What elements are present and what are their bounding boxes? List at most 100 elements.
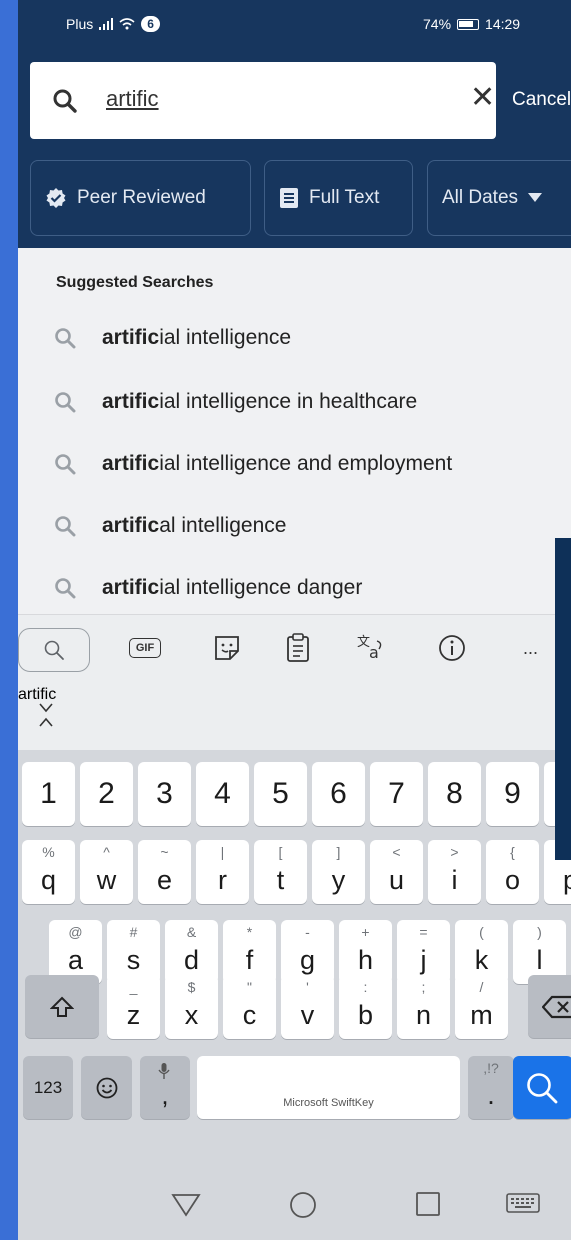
search-query[interactable]: artific bbox=[106, 86, 159, 112]
space-key-label: Microsoft SwiftKey bbox=[283, 1097, 374, 1109]
key-b[interactable]: :b bbox=[339, 975, 392, 1039]
status-bar: Plus 6 74% 14:29 bbox=[18, 0, 571, 52]
back-icon[interactable] bbox=[170, 1192, 202, 1218]
suggestion-match: artific bbox=[102, 576, 160, 599]
key-z[interactable]: _ z bbox=[107, 975, 160, 1039]
key-label: j bbox=[420, 945, 427, 975]
key-label: 3 bbox=[156, 777, 173, 810]
key-hint: { bbox=[510, 844, 515, 860]
key-5[interactable]: 5 bbox=[254, 762, 307, 826]
key-label: q bbox=[40, 865, 57, 895]
key-label: 5 bbox=[272, 777, 289, 810]
suggestions-heading: Suggested Searches bbox=[56, 274, 214, 291]
key-label: 2 bbox=[98, 777, 115, 810]
comma-label: , bbox=[161, 1080, 169, 1110]
key-hint: : bbox=[363, 979, 368, 995]
key-y[interactable]: ] y bbox=[312, 840, 365, 904]
clear-icon[interactable]: ✕ bbox=[470, 83, 495, 113]
key-1[interactable]: 1 bbox=[22, 762, 75, 826]
key-3[interactable]: 3 bbox=[138, 762, 191, 826]
suggestion-match: artific bbox=[102, 326, 160, 349]
key-label: p bbox=[562, 865, 571, 895]
home-icon[interactable] bbox=[288, 1190, 318, 1220]
numbers-mode-key[interactable]: 123 bbox=[23, 1056, 73, 1119]
suggestion-item[interactable]: artificial intelligence in healthcare bbox=[54, 382, 417, 422]
shift-icon bbox=[50, 996, 74, 1017]
collapse-icon[interactable] bbox=[38, 702, 54, 728]
key-label: b bbox=[357, 1000, 374, 1030]
suggestion-match: artific bbox=[102, 390, 160, 413]
key-n[interactable]: ; n bbox=[397, 975, 450, 1039]
key-u[interactable]: < u bbox=[370, 840, 423, 904]
info-icon bbox=[439, 635, 465, 661]
key-label: 6 bbox=[330, 777, 347, 810]
key-label: z bbox=[126, 1000, 141, 1030]
key-o[interactable]: {o bbox=[486, 840, 539, 904]
key-hint: [ bbox=[278, 844, 283, 860]
backspace-key[interactable] bbox=[528, 975, 571, 1038]
key-9[interactable]: 9 bbox=[486, 762, 539, 826]
search-icon bbox=[55, 516, 76, 537]
key-2[interactable]: 2 bbox=[80, 762, 133, 826]
suggestion-match: artific bbox=[102, 514, 160, 537]
search-icon bbox=[44, 640, 64, 660]
key-label: c bbox=[242, 1000, 257, 1030]
info-button[interactable] bbox=[432, 628, 472, 668]
keyboard-switch-icon[interactable] bbox=[506, 1193, 540, 1217]
key-hint: ^ bbox=[103, 844, 110, 860]
key-hint: _ bbox=[129, 979, 138, 995]
key-i[interactable]: > i bbox=[428, 840, 481, 904]
cancel-button[interactable]: Cancel bbox=[512, 89, 571, 111]
key-4[interactable]: 4 bbox=[196, 762, 249, 826]
suggestion-item[interactable]: artifical intelligence bbox=[54, 506, 286, 546]
clipboard-button[interactable] bbox=[278, 628, 318, 668]
key-r[interactable]: | r bbox=[196, 840, 249, 904]
key-label: 9 bbox=[504, 777, 521, 810]
key-t[interactable]: [t bbox=[254, 840, 307, 904]
key-hint: - bbox=[305, 924, 310, 940]
suggestion-rest: al intelligence bbox=[159, 514, 287, 537]
key-hint: + bbox=[361, 924, 370, 940]
peer-reviewed-filter[interactable]: Peer Reviewed bbox=[30, 160, 251, 236]
prediction-word[interactable]: artific bbox=[18, 686, 571, 704]
key-label: k bbox=[474, 945, 489, 975]
key-7[interactable]: 7 bbox=[370, 762, 423, 826]
suggestion-item[interactable]: artificial intelligence bbox=[54, 318, 291, 358]
key-hint: $ bbox=[187, 979, 196, 995]
key-label: a bbox=[67, 945, 84, 975]
key-label: 8 bbox=[446, 777, 463, 810]
microphone-icon bbox=[158, 1063, 170, 1079]
gif-button[interactable]: GIF bbox=[125, 628, 165, 668]
comma-key[interactable]: , bbox=[140, 1056, 190, 1119]
key-c[interactable]: " c bbox=[223, 975, 276, 1039]
key-m[interactable]: / m bbox=[455, 975, 508, 1039]
suggestion-item[interactable]: artificial intelligence and employment bbox=[54, 444, 452, 484]
key-6[interactable]: 6 bbox=[312, 762, 365, 826]
search-enter-key[interactable] bbox=[513, 1056, 571, 1119]
gif-icon: GIF bbox=[128, 638, 162, 658]
space-key[interactable]: Microsoft SwiftKey bbox=[197, 1056, 460, 1119]
key-x[interactable]: $ x bbox=[165, 975, 218, 1039]
key-w[interactable]: ^ w bbox=[80, 840, 133, 904]
recent-apps-icon[interactable] bbox=[415, 1191, 441, 1217]
search-icon bbox=[527, 1072, 558, 1103]
shift-key[interactable] bbox=[25, 975, 99, 1038]
translate-button[interactable]: 文a bbox=[351, 628, 391, 668]
suggestion-item[interactable]: artificial intelligence danger bbox=[54, 568, 362, 608]
key-8[interactable]: 8 bbox=[428, 762, 481, 826]
full-text-filter[interactable]: Full Text bbox=[264, 160, 413, 236]
search-icon bbox=[53, 89, 77, 113]
key-hint: * bbox=[246, 924, 253, 940]
keyboard-search-button[interactable] bbox=[18, 628, 90, 672]
sticker-button[interactable] bbox=[207, 628, 247, 668]
key-label: n bbox=[415, 1000, 432, 1030]
key-label: l bbox=[536, 945, 543, 975]
emoji-key[interactable] bbox=[81, 1056, 132, 1119]
date-filter[interactable]: All Dates bbox=[427, 160, 571, 236]
key-v[interactable]: ' v bbox=[281, 975, 334, 1039]
key-q[interactable]: % q bbox=[22, 840, 75, 904]
period-key[interactable]: ,!? . bbox=[468, 1056, 514, 1119]
suggested-searches bbox=[18, 248, 571, 614]
key-e[interactable]: ~ e bbox=[138, 840, 191, 904]
search-input[interactable]: artific ✕ bbox=[30, 62, 496, 139]
